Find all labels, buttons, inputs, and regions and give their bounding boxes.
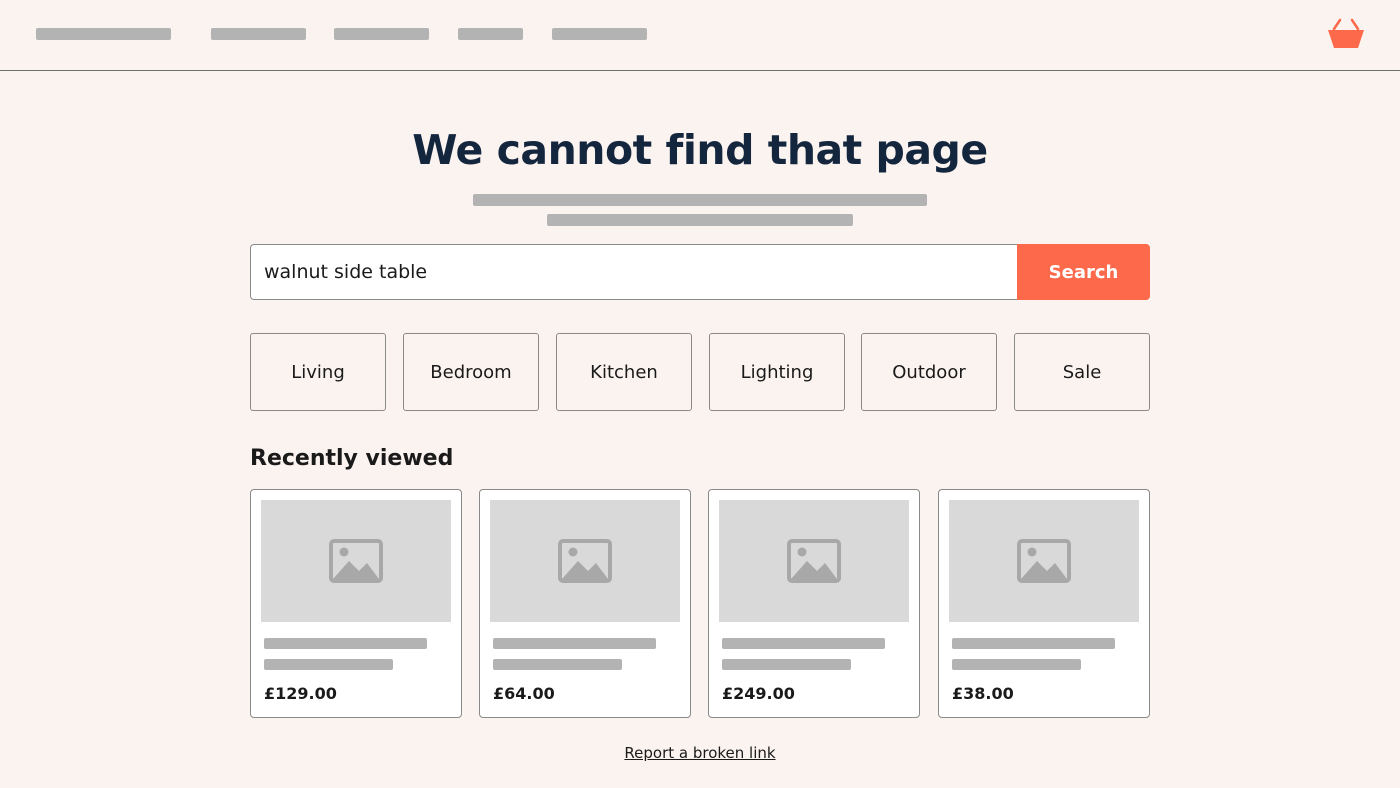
image-placeholder-icon (1017, 539, 1071, 583)
report-broken-link[interactable]: Report a broken link (624, 744, 775, 762)
category-sale[interactable]: Sale (1014, 333, 1150, 411)
nav-item-3[interactable] (458, 28, 523, 40)
image-placeholder-icon (787, 539, 841, 583)
report-link-container: Report a broken link (0, 744, 1400, 762)
subtitle-line-1 (473, 194, 927, 206)
product-image (949, 500, 1139, 622)
nav-item-4[interactable] (552, 28, 647, 40)
product-card[interactable]: £129.00 (250, 489, 462, 718)
product-card[interactable]: £38.00 (938, 489, 1150, 718)
product-card[interactable]: £249.00 (708, 489, 920, 718)
product-price: £38.00 (952, 684, 1014, 703)
product-name-line-1 (952, 638, 1115, 649)
product-name-line-2 (264, 659, 393, 670)
product-name-line-1 (264, 638, 427, 649)
product-name-line-2 (722, 659, 851, 670)
search-button[interactable]: Search (1017, 244, 1150, 300)
product-price: £129.00 (264, 684, 337, 703)
recently-viewed-title: Recently viewed (250, 446, 454, 471)
product-name-line-2 (952, 659, 1081, 670)
product-name-line-2 (493, 659, 622, 670)
image-placeholder-icon (329, 539, 383, 583)
page-title: We cannot find that page (412, 126, 988, 174)
category-bedroom[interactable]: Bedroom (403, 333, 539, 411)
subtitle-line-2 (547, 214, 853, 226)
product-image (490, 500, 680, 622)
product-price: £249.00 (722, 684, 795, 703)
product-name-line-1 (722, 638, 885, 649)
product-price: £64.00 (493, 684, 555, 703)
basket-icon[interactable] (1326, 16, 1366, 52)
nav-item-2[interactable] (334, 28, 429, 40)
site-header (0, 0, 1400, 71)
search-input[interactable] (250, 244, 1018, 300)
product-image (719, 500, 909, 622)
product-name-line-1 (493, 638, 656, 649)
nav-item-1[interactable] (211, 28, 306, 40)
nav-logo-placeholder[interactable] (36, 28, 171, 40)
product-card[interactable]: £64.00 (479, 489, 691, 718)
category-living[interactable]: Living (250, 333, 386, 411)
category-lighting[interactable]: Lighting (709, 333, 845, 411)
category-outdoor[interactable]: Outdoor (861, 333, 997, 411)
product-image (261, 500, 451, 622)
category-kitchen[interactable]: Kitchen (556, 333, 692, 411)
image-placeholder-icon (558, 539, 612, 583)
